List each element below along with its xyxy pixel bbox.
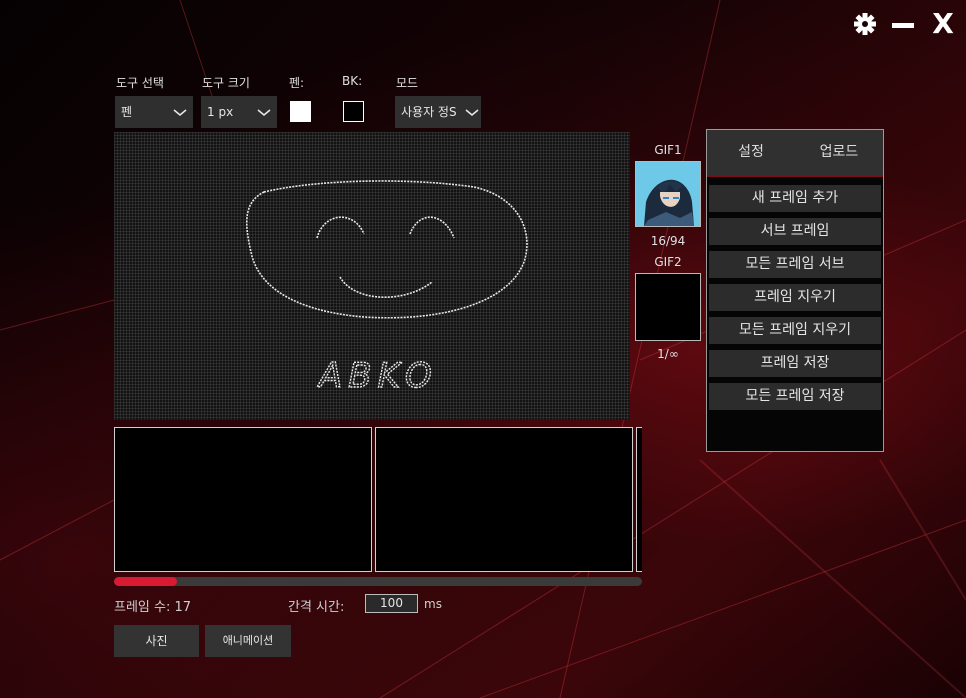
tool-select-label: 도구 선택	[116, 76, 164, 90]
interval-input[interactable]: 100	[365, 594, 418, 613]
minimize-icon[interactable]	[892, 10, 916, 38]
face-outline	[246, 180, 528, 319]
gear-icon[interactable]	[852, 10, 878, 38]
clear-all-frames-button[interactable]: 모든 프레임 지우기	[709, 317, 881, 344]
bk-color-swatch[interactable]	[343, 101, 364, 122]
tool-select-dropdown[interactable]: 펜	[115, 96, 193, 128]
add-frame-button[interactable]: 새 프레임 추가	[709, 185, 881, 212]
gif1-frame-counter: 16/94	[650, 234, 686, 248]
left-eye	[316, 216, 365, 239]
chevron-down-icon	[173, 109, 187, 117]
frame-count-label: 프레임 수: 17	[114, 600, 192, 615]
tool-size-dropdown[interactable]: 1 px	[201, 96, 277, 128]
gif2-preview[interactable]	[635, 273, 701, 341]
pen-color-label: 펜:	[289, 76, 305, 90]
all-frames-sub-button[interactable]: 모든 프레임 서브	[709, 251, 881, 278]
gif2-frame-counter: 1/∞	[657, 347, 679, 361]
timeline-scroll-thumb[interactable]	[114, 577, 178, 586]
anime-character-image	[636, 162, 700, 226]
interval-unit: ms	[424, 597, 442, 611]
gif2-label: GIF2	[654, 255, 682, 269]
chevron-down-icon	[257, 109, 271, 117]
tab-upload[interactable]: 업로드	[795, 130, 883, 175]
save-all-frames-button[interactable]: 모든 프레임 저장	[709, 383, 881, 410]
timeline-scrollbar[interactable]	[114, 577, 642, 586]
drawn-text: ABKO	[317, 356, 438, 396]
tool-select-value: 펜	[121, 105, 133, 119]
canvas-drawing: ABKO	[246, 180, 528, 397]
frame-panel: 설정 업로드 새 프레임 추가 서브 프레임 모든 프레임 서브 프레임 지우기…	[706, 129, 884, 452]
gif1-label: GIF1	[654, 143, 682, 157]
photo-button[interactable]: 사진	[114, 625, 199, 657]
close-icon[interactable]: X	[930, 10, 956, 38]
pen-color-swatch[interactable]	[290, 101, 311, 122]
tab-settings[interactable]: 설정	[707, 130, 795, 175]
frame-thumbnail[interactable]	[636, 427, 642, 572]
mode-dropdown[interactable]: 사용자 정S	[395, 96, 481, 128]
frame-thumbnail[interactable]	[114, 427, 372, 572]
frame-thumbnail[interactable]	[375, 427, 633, 572]
save-frame-button[interactable]: 프레임 저장	[709, 350, 881, 377]
gif1-preview[interactable]	[635, 161, 701, 227]
chevron-down-icon	[465, 109, 479, 117]
sub-frame-button[interactable]: 서브 프레임	[709, 218, 881, 245]
mode-label: 모드	[396, 76, 419, 90]
panel-tabs: 설정 업로드	[707, 130, 883, 177]
interval-label: 간격 시간:	[288, 600, 345, 615]
drawing-canvas[interactable]: ABKO	[114, 132, 630, 420]
animation-button[interactable]: 애니메이션	[205, 625, 291, 657]
tool-size-value: 1 px	[207, 105, 234, 119]
tool-size-label: 도구 크기	[202, 76, 250, 90]
mode-value: 사용자 정S	[401, 105, 457, 119]
clear-frame-button[interactable]: 프레임 지우기	[709, 284, 881, 311]
right-eye	[409, 216, 455, 239]
bk-color-label: BK:	[342, 74, 363, 88]
smile	[339, 276, 433, 299]
